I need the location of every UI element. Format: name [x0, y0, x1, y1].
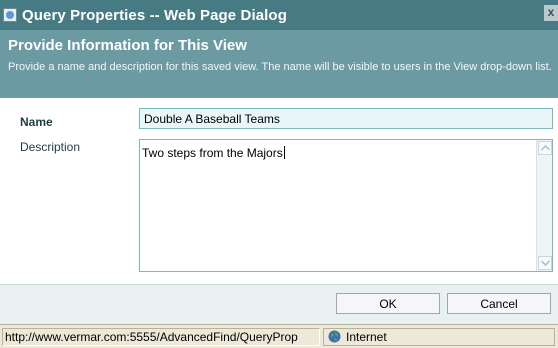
- dialog-description: Provide a name and description for this …: [8, 61, 552, 73]
- chevron-up-icon: [541, 145, 550, 151]
- security-zone: Internet: [323, 327, 555, 346]
- description-value: Two steps from the Majors: [142, 146, 283, 160]
- name-input[interactable]: [139, 108, 553, 129]
- name-label: Name: [20, 115, 53, 129]
- zone-label: Internet: [346, 329, 387, 344]
- window-title: Query Properties -- Web Page Dialog: [22, 6, 287, 24]
- dialog-heading: Provide Information for This View: [8, 37, 247, 54]
- chevron-down-icon: [541, 260, 550, 266]
- dialog-window: Query Properties -- Web Page Dialog x Pr…: [0, 0, 558, 348]
- title-bar: Query Properties -- Web Page Dialog x: [0, 0, 558, 30]
- page-icon: [3, 8, 17, 22]
- text-caret: [283, 146, 285, 159]
- status-url: http://www.vermar.com:5555/AdvancedFind/…: [2, 327, 320, 346]
- scroll-down-button[interactable]: [538, 256, 552, 270]
- cancel-button[interactable]: Cancel: [447, 293, 551, 314]
- ok-button[interactable]: OK: [336, 293, 440, 314]
- status-bar: http://www.vermar.com:5555/AdvancedFind/…: [0, 324, 558, 348]
- vertical-scrollbar[interactable]: [536, 140, 552, 271]
- form-area: Name Description Two steps from the Majo…: [0, 98, 558, 284]
- close-button[interactable]: x: [544, 5, 558, 21]
- button-bar: OK Cancel: [0, 285, 558, 324]
- globe-icon: [328, 330, 341, 343]
- description-label: Description: [20, 140, 81, 154]
- description-text: Two steps from the Majors: [142, 146, 534, 160]
- scroll-up-button[interactable]: [538, 141, 552, 155]
- description-textarea[interactable]: Two steps from the Majors: [139, 139, 553, 272]
- dialog-header: Provide Information for This View Provid…: [0, 30, 558, 98]
